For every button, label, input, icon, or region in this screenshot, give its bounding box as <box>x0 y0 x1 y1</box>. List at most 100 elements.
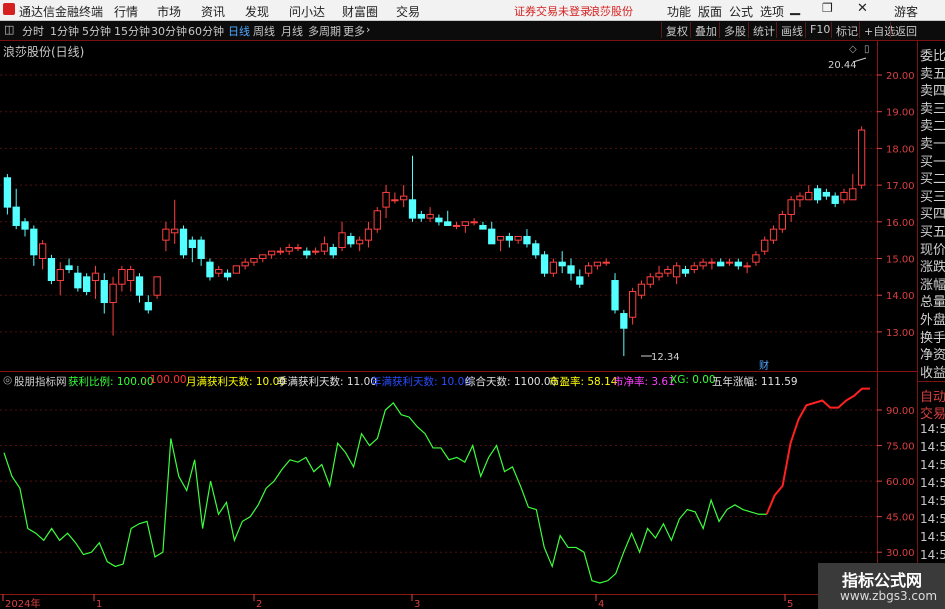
menu-item-options[interactable]: 选项 <box>760 3 784 20</box>
tab-daily[interactable]: 日线 <box>228 23 250 39</box>
side-panel-label[interactable]: 涨跌 <box>920 256 945 275</box>
minimize-icon[interactable]: ▁ <box>790 1 800 16</box>
indicator-field: 年满获利天数: 10.00 <box>371 376 471 388</box>
candle-up <box>496 235 505 241</box>
tab-more[interactable]: 更多 <box>343 23 365 39</box>
candle-up <box>127 269 135 282</box>
candle-up <box>787 199 795 215</box>
candle-down <box>620 313 628 329</box>
back-button[interactable]: 返回 <box>890 22 920 38</box>
side-panel-label[interactable]: 卖三 <box>920 98 945 117</box>
tick-time: 14:56 <box>920 440 945 454</box>
candle-up <box>778 213 786 230</box>
menu-item-ask[interactable]: 问小达 <box>289 3 325 20</box>
candle-down <box>223 272 232 278</box>
side-panel-label[interactable]: 总量 <box>920 291 945 310</box>
draw-line-button[interactable]: 画线 <box>776 22 806 38</box>
stats-button[interactable]: 统计 <box>748 22 778 38</box>
indicator-name[interactable]: 股朋指标网 <box>14 374 67 389</box>
tab-15min[interactable]: 15分钟 <box>114 23 150 39</box>
close-icon[interactable]: ✕ <box>857 1 868 16</box>
side-panel-label[interactable]: 委比 <box>920 45 945 64</box>
side-panel-label[interactable]: 收益 <box>920 362 945 381</box>
login-status-notice[interactable]: 证券交易未登录 <box>514 3 591 19</box>
financial-badge[interactable]: 财 <box>759 359 769 372</box>
indicator-field: 获利比例: 100.00 <box>68 376 154 388</box>
chart-title: 浪莎股份(日线) <box>3 45 85 59</box>
restore-icon[interactable]: ❐ <box>822 1 833 15</box>
candle-up <box>549 261 558 274</box>
candle-down <box>329 246 337 256</box>
menu-item-trade[interactable]: 交易 <box>396 3 420 20</box>
low-price-label: 12.34 <box>651 352 680 363</box>
candle-up <box>655 272 663 278</box>
candle-up <box>840 191 848 201</box>
tick-time: 14:56 <box>920 422 945 436</box>
side-panel-label[interactable]: 买二 <box>920 168 945 187</box>
side-panel-label[interactable]: 换手 <box>920 327 945 346</box>
guest-user[interactable]: 游客 <box>894 3 918 20</box>
menu-item-formula[interactable]: 公式 <box>729 3 753 20</box>
candle-up <box>338 232 346 248</box>
candle-up <box>276 250 285 253</box>
menu-item-layout[interactable]: 版面 <box>698 3 722 20</box>
price-tick-label: 15.00 <box>886 255 915 266</box>
tab-30min[interactable]: 30分钟 <box>151 23 187 39</box>
indicator-tick-label: 45.00 <box>886 513 915 524</box>
tab-weekly[interactable]: 周线 <box>253 23 275 39</box>
panel-icon[interactable]: ▯ <box>864 44 870 55</box>
candle-down <box>197 239 205 259</box>
menu-item-hq[interactable]: 行情 <box>114 3 138 20</box>
side-panel-label[interactable]: 卖二 <box>920 115 945 134</box>
menu-item-function[interactable]: 功能 <box>667 3 691 20</box>
tab-5min[interactable]: 5分钟 <box>82 23 111 39</box>
side-panel-label[interactable]: 现价 <box>920 239 945 258</box>
kline-chart[interactable]: 20.00 19.00 18.00 17.00 16.00 15.00 14.00 13.00… <box>0 41 917 609</box>
side-panel-label[interactable]: 卖五 <box>920 63 945 82</box>
indicator-settings-icon[interactable]: ◎ <box>3 374 12 386</box>
mark-button[interactable]: 标记 <box>831 22 861 38</box>
side-panel-label[interactable]: 买五 <box>920 221 945 240</box>
candle-down <box>3 177 12 208</box>
candle-up <box>708 261 716 264</box>
menu-item-news[interactable]: 资讯 <box>201 3 225 20</box>
side-panel-label[interactable]: 买三 <box>920 186 945 205</box>
multi-stock-button[interactable]: 多股 <box>719 22 749 38</box>
side-panel-label[interactable]: 买四 <box>920 203 945 222</box>
diamond-icon[interactable]: ◇ <box>849 44 857 55</box>
tab-monthly[interactable]: 月线 <box>281 23 303 39</box>
price-tick-label: 17.00 <box>886 181 915 192</box>
f10-button[interactable]: F10 <box>805 22 833 38</box>
tab-60min[interactable]: 60分钟 <box>188 23 224 39</box>
candle-up <box>628 291 637 318</box>
tab-1min[interactable]: 1分钟 <box>50 23 79 39</box>
indicator-tick-label: 75.00 <box>886 442 915 453</box>
candle-down <box>505 235 514 241</box>
indicator-field: 月满获利天数: 10.00 <box>186 376 286 388</box>
candle-up <box>38 243 47 260</box>
candle-up <box>215 269 223 274</box>
side-panel-label[interactable]: 外盘 <box>920 309 945 328</box>
side-panel-label[interactable]: 卖四 <box>920 80 945 99</box>
side-panel-label[interactable]: 净资 <box>920 344 945 363</box>
menu-item-market[interactable]: 市场 <box>157 3 181 20</box>
trade-label[interactable]: 交易 <box>920 403 945 422</box>
date-tick-label: 2024年 <box>5 597 40 609</box>
indicator-line-red <box>765 387 870 515</box>
side-panel-label[interactable]: 买一 <box>920 151 945 170</box>
side-panel-label[interactable]: 涨幅 <box>920 274 945 293</box>
watermark: 指标公式网 www.zbgs3.com <box>818 563 945 609</box>
side-panel-label[interactable]: 卖一 <box>920 133 945 152</box>
high-price-label: 20.44 <box>828 60 857 71</box>
tab-multi-period[interactable]: 多周期 <box>308 23 341 39</box>
menu-item-discover[interactable]: 发现 <box>245 3 269 20</box>
candle-up <box>241 261 249 267</box>
adjust-button[interactable]: 复权 <box>661 22 691 38</box>
menu-item-fortune[interactable]: 财富圈 <box>342 3 378 20</box>
sidebar-toggle-icon[interactable]: ◫ <box>4 23 14 36</box>
overlay-button[interactable]: 叠加 <box>690 22 720 38</box>
tab-intraday[interactable]: 分时 <box>22 23 44 39</box>
candle-up <box>805 191 813 201</box>
price-tick-label: 16.00 <box>886 218 915 229</box>
candle-down <box>681 269 690 274</box>
